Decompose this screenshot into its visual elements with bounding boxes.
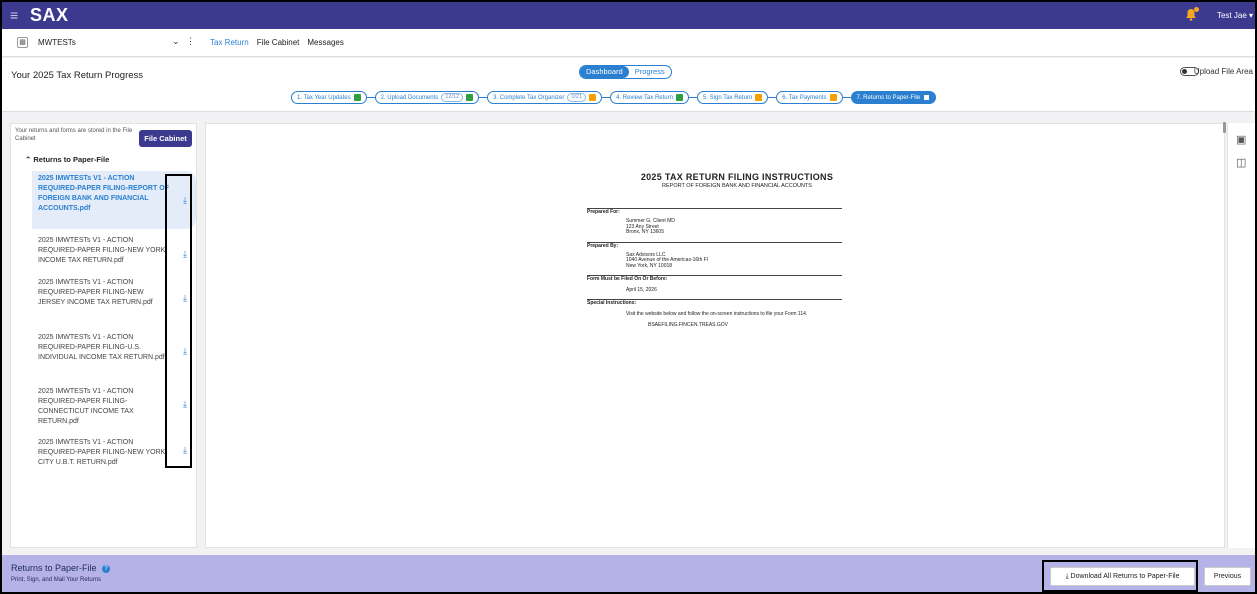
address-line: Bronx, NY 13605: [626, 229, 664, 235]
progress-steps: 1. Tax Year Updates 2. Upload Documents …: [291, 91, 937, 104]
prepared-by-label: Prepared By:: [587, 242, 619, 249]
progress-toggle-option[interactable]: Progress: [629, 66, 671, 78]
building-icon: ▩: [17, 37, 28, 48]
due-date-label: Form Must be Filed On Or Before:: [587, 276, 668, 282]
document-subtitle: REPORT OF FOREIGN BANK AND FINANCIAL ACC…: [662, 183, 812, 189]
bottom-title: Returns to Paper-File ?: [11, 563, 111, 573]
step-count: 12/12: [441, 93, 464, 102]
document-page: 2025 TAX RETURN FILING INSTRUCTIONS REPO…: [587, 172, 847, 329]
notification-badge: [1194, 7, 1199, 12]
step-sign-tax-return[interactable]: 5. Sign Tax Return: [696, 91, 769, 104]
filing-website: BSAEFILING.FINCEN.TREAS.GOV: [648, 322, 729, 328]
step-label: 2. Upload Documents: [380, 94, 439, 101]
step-label: 5. Sign Tax Return: [702, 94, 753, 101]
viewer-tool-rail: ▣ ◫: [1227, 123, 1255, 548]
more-options-icon[interactable]: ⋮: [186, 36, 195, 47]
hamburger-icon[interactable]: ≡: [10, 8, 18, 22]
step-upload-documents[interactable]: 2. Upload Documents 12/12: [374, 91, 480, 104]
special-instructions: Visit the website below and follow the o…: [626, 310, 808, 317]
warning-icon: [589, 94, 597, 101]
step-connector: [366, 97, 375, 98]
help-icon[interactable]: ?: [102, 564, 111, 573]
previous-button[interactable]: Previous: [1204, 567, 1251, 586]
prepared-for-address: Summer G. Client MD 123 Any Street Bronx…: [587, 218, 847, 236]
dashboard-toggle-option[interactable]: Dashboard: [580, 66, 629, 78]
step-returns-to-paper-file[interactable]: 7. Returns to Paper-File: [850, 91, 937, 104]
entity-bar: ▩ MWTESTs ⌄ ⋮ Tax Return File Cabinet Me…: [2, 29, 1255, 57]
viewer-scrollbar[interactable]: [1223, 122, 1226, 133]
step-tax-year-updates[interactable]: 1. Tax Year Updates: [291, 91, 367, 104]
step-label: 7. Returns to Paper-File: [856, 94, 921, 101]
special-instructions-label: Special Instructions:: [587, 299, 637, 306]
step-tax-payments[interactable]: 6. Tax Payments: [776, 91, 843, 104]
step-count: 0/21: [567, 93, 587, 102]
step-connector: [842, 97, 851, 98]
bottom-action-bar: Returns to Paper-File ? Print, Sign, and…: [2, 555, 1255, 592]
tab-messages[interactable]: Messages: [307, 38, 343, 47]
file-name: 2025 IMWTESTs V1 - ACTION REQUIRED-PAPER…: [38, 237, 166, 264]
document-title: 2025 TAX RETURN FILING INSTRUCTIONS: [640, 172, 834, 182]
app-logo: SAX: [30, 5, 69, 25]
step-connector: [768, 97, 777, 98]
download-all-button[interactable]: ⤓ Download All Returns to Paper-File: [1050, 567, 1195, 586]
address-line: New York, NY 10018: [626, 262, 673, 269]
upload-file-area-label: Upload File Area: [1193, 67, 1253, 76]
entity-name[interactable]: MWTESTs: [38, 38, 76, 47]
file-name: 2025 IMWTESTs V1 - ACTION REQUIRED-PAPER…: [38, 439, 166, 466]
file-name: 2025 IMWTESTs V1 - ACTION REQUIRED-PAPER…: [38, 175, 169, 212]
bottom-title-text: Returns to Paper-File: [11, 563, 97, 573]
step-complete-tax-organizer[interactable]: 3. Complete Tax Organizer 0/21: [487, 91, 603, 104]
file-name: 2025 IMWTESTs V1 - ACTION REQUIRED-PAPER…: [38, 388, 134, 425]
step-review-tax-return[interactable]: 4. Review Tax Return: [610, 91, 689, 104]
file-cabinet-button[interactable]: File Cabinet: [139, 130, 192, 147]
step-connector: [479, 97, 488, 98]
file-name: 2025 IMWTESTs V1 - ACTION REQUIRED-PAPER…: [38, 334, 165, 361]
due-date: April 15, 2026: [626, 287, 657, 293]
download-icons-highlight: [165, 174, 192, 468]
step-label: 4. Review Tax Return: [616, 94, 673, 101]
check-icon: [353, 94, 361, 101]
section-title: Returns to Paper-File: [33, 155, 110, 164]
check-icon: [675, 94, 683, 101]
top-nav: Tax Return File Cabinet Messages: [210, 38, 344, 47]
step-connector: [602, 97, 611, 98]
view-toggle: Dashboard Progress: [579, 65, 672, 79]
fit-to-width-icon[interactable]: ◫: [1236, 156, 1246, 169]
bottom-subtitle: Print, Sign, and Mail Your Returns: [11, 577, 102, 583]
section-header-returns-to-paper-file[interactable]: ⌃ Returns to Paper-File: [25, 155, 109, 164]
fit-to-page-icon[interactable]: ▣: [1236, 133, 1246, 146]
user-menu[interactable]: Test Jae ▾: [1217, 11, 1253, 20]
current-step-icon: [923, 94, 931, 101]
download-all-label: Download All Returns to Paper-File: [1070, 573, 1180, 580]
step-label: 1. Tax Year Updates: [297, 94, 351, 101]
step-label: 6. Tax Payments: [782, 94, 827, 101]
warning-icon: [755, 94, 763, 101]
file-name: 2025 IMWTESTs V1 - ACTION REQUIRED-PAPER…: [38, 279, 153, 306]
chevron-up-icon: ⌃: [25, 155, 32, 164]
warning-icon: [829, 94, 837, 101]
file-cabinet-note: Your returns and forms are stored in the…: [15, 128, 133, 142]
check-icon: [466, 94, 474, 101]
prepared-for-label: Prepared For:: [587, 209, 620, 215]
tab-tax-return[interactable]: Tax Return: [210, 38, 249, 47]
toggle-knob: [1182, 69, 1187, 74]
step-connector: [688, 97, 697, 98]
page-title: Your 2025 Tax Return Progress: [11, 70, 144, 81]
progress-header: Your 2025 Tax Return Progress Dashboard …: [2, 58, 1255, 112]
chevron-down-icon[interactable]: ⌄: [172, 36, 180, 47]
top-header: ≡ SAX Test Jae ▾: [2, 2, 1255, 29]
bell-icon[interactable]: [1185, 7, 1199, 21]
app-window: ≡ SAX Test Jae ▾ ▩ MWTESTs ⌄ ⋮ Tax Retur…: [2, 2, 1255, 592]
tab-file-cabinet[interactable]: File Cabinet: [257, 38, 300, 47]
step-label: 3. Complete Tax Organizer: [493, 94, 565, 101]
prepared-by-address: Sax Advisors LLC 1040 Avenue of the Amer…: [587, 252, 847, 270]
